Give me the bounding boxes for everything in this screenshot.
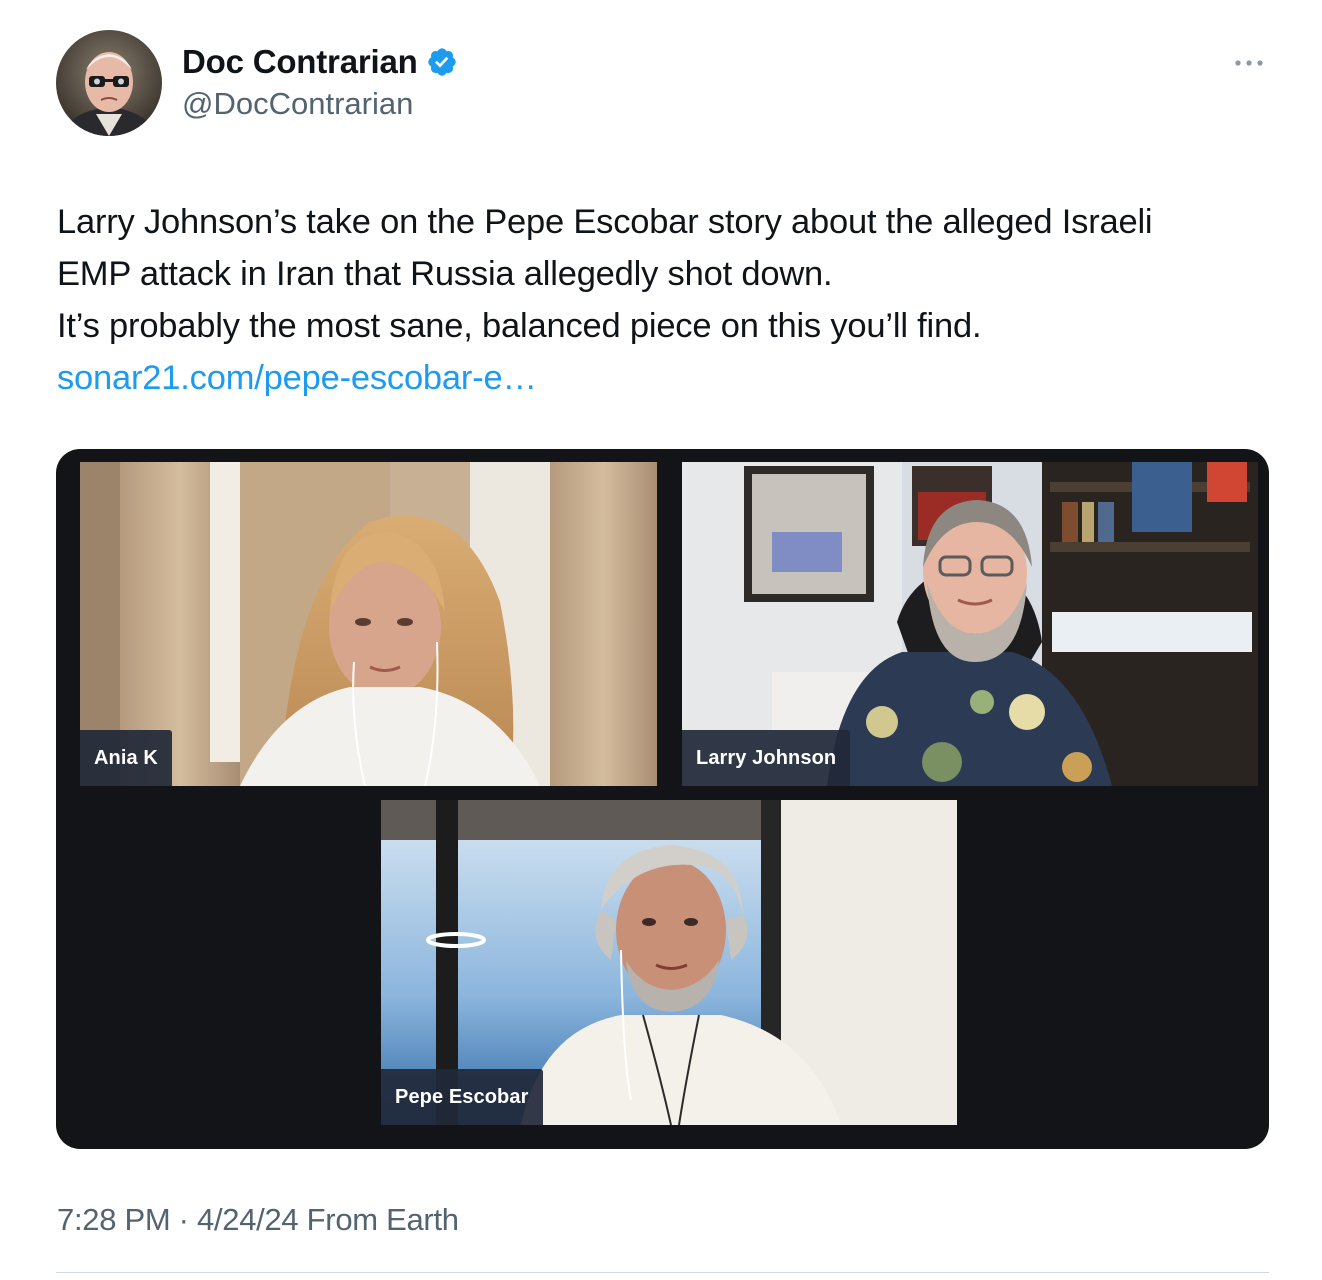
participant-name: Ania K	[80, 730, 172, 786]
author-block: Doc Contrarian @DocContrarian	[182, 40, 458, 122]
tweet-text: Larry Johnson’s take on the Pepe Escobar…	[57, 196, 1287, 404]
tweet-metadata: 7:28 PM · 4/24/24 From Earth	[57, 1202, 459, 1238]
author-handle[interactable]: @DocContrarian	[182, 86, 458, 122]
meta-separator: ·	[170, 1202, 198, 1237]
tweet-date[interactable]: 4/24/24	[197, 1202, 299, 1237]
tweet-text-line: Larry Johnson’s take on the Pepe Escobar…	[57, 203, 1153, 241]
participant-name: Pepe Escobar	[381, 1069, 543, 1125]
video-tile-larry: Larry Johnson	[682, 462, 1258, 786]
more-options-button[interactable]	[1230, 48, 1270, 78]
display-name[interactable]: Doc Contrarian	[182, 43, 418, 81]
video-tile-ania: Ania K	[80, 462, 657, 786]
tweet-text-line: It’s probably the most sane, balanced pi…	[57, 307, 982, 345]
video-tile-pepe: Pepe Escobar	[381, 800, 957, 1125]
display-name-row: Doc Contrarian	[182, 40, 458, 84]
divider	[56, 1272, 1269, 1273]
media-image[interactable]: Ania K Larry Johnson Pepe Escobar	[56, 449, 1269, 1149]
verified-badge-icon[interactable]	[426, 46, 458, 78]
tweet-time[interactable]: 7:28 PM	[57, 1202, 171, 1237]
tweet-source: From Earth	[298, 1202, 459, 1237]
participant-name: Larry Johnson	[682, 730, 851, 786]
tweet-card: Doc Contrarian @DocContrarian Larry John…	[0, 0, 1322, 1280]
avatar[interactable]	[56, 30, 162, 136]
tweet-text-line: EMP attack in Iran that Russia allegedly…	[57, 255, 833, 293]
tweet-link[interactable]: sonar21.com/pepe-escobar-e…	[57, 352, 1287, 404]
more-horizontal-icon	[1235, 60, 1263, 66]
